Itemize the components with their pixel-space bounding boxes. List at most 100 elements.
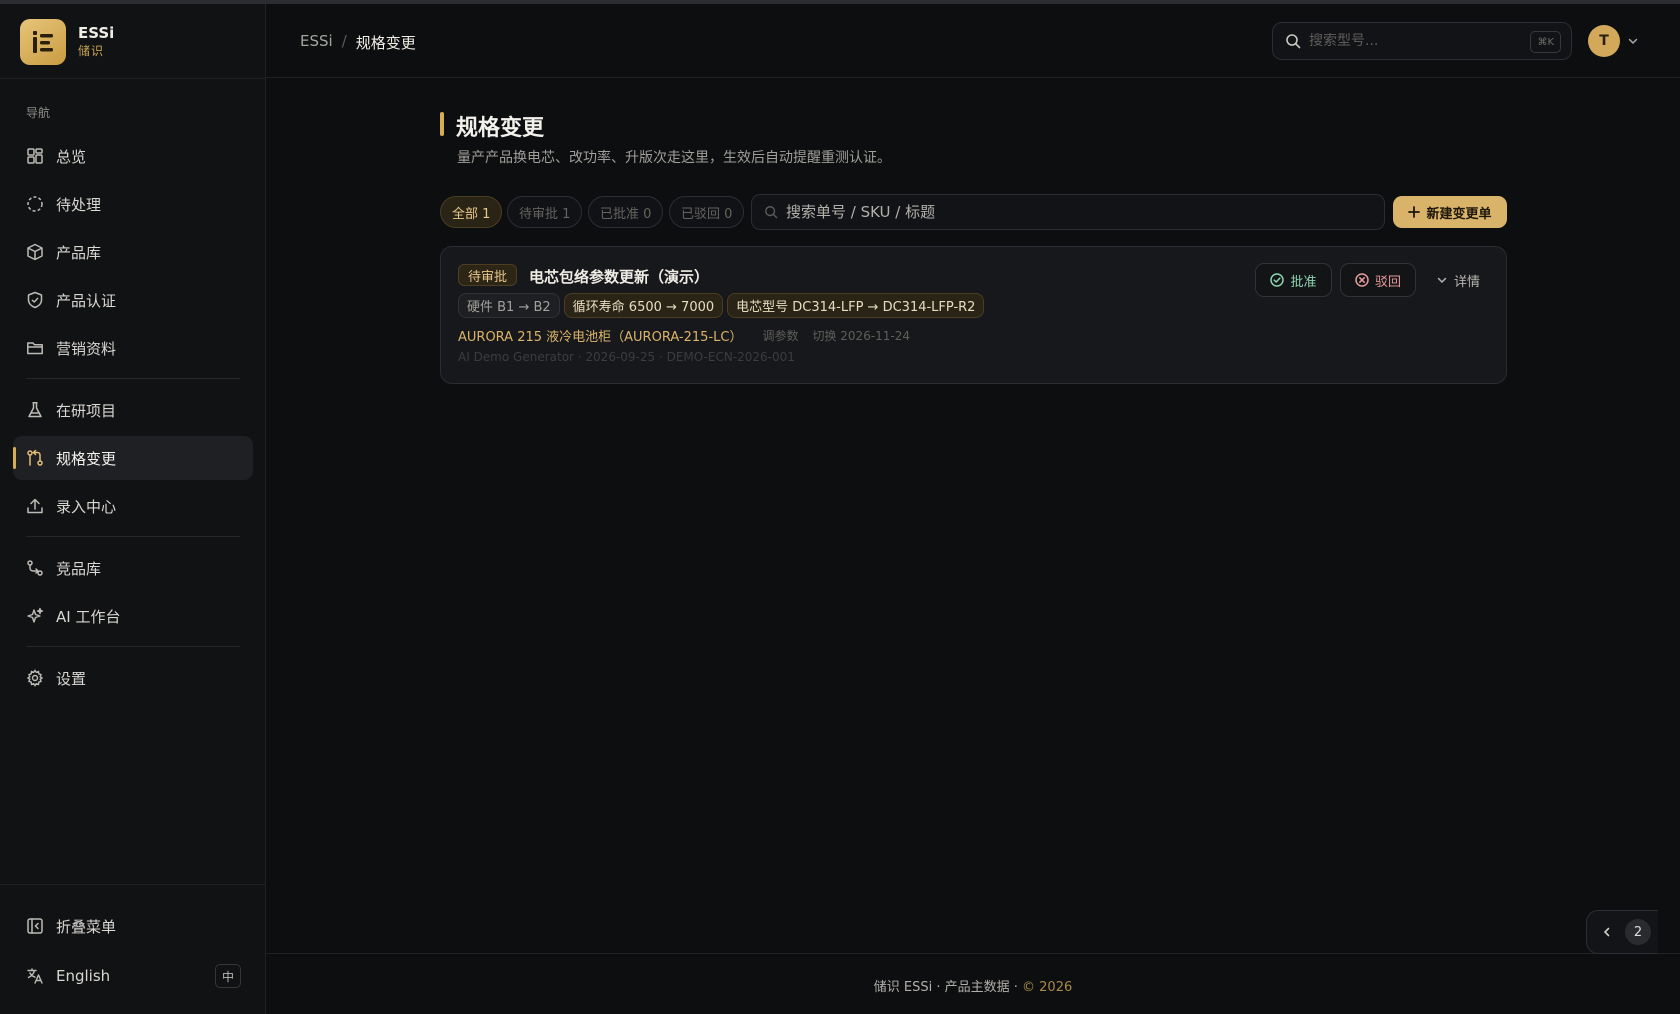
collapse-menu-label: 折叠菜单 bbox=[56, 917, 117, 936]
sidebar-item-settings[interactable]: 设置 bbox=[13, 656, 253, 700]
reject-label: 驳回 bbox=[1374, 274, 1401, 290]
collapse-menu-button[interactable]: 折叠菜单 bbox=[13, 904, 253, 948]
search-icon bbox=[765, 206, 778, 219]
page-widget[interactable]: 2 bbox=[1586, 910, 1658, 954]
reject-button[interactable]: 驳回 bbox=[1340, 263, 1416, 297]
breadcrumb-separator: / bbox=[341, 32, 347, 50]
search-shortcut: ⌘K bbox=[1530, 31, 1561, 53]
approve-button[interactable]: 批准 bbox=[1255, 263, 1332, 297]
translate-icon bbox=[27, 968, 43, 984]
divider bbox=[0, 884, 265, 885]
footer: 储识 ESSi · 产品主数据 · © 2026 bbox=[266, 976, 1680, 995]
nav-divider bbox=[26, 536, 240, 537]
footer-text: 储识 ESSi · 产品主数据 · bbox=[873, 980, 1023, 995]
sidebar-item-ai-workbench[interactable]: AI 工作台 bbox=[13, 594, 253, 638]
sidebar-item-overview[interactable]: 总览 bbox=[13, 134, 253, 178]
footer-divider bbox=[266, 953, 1680, 954]
nav-section-label: 导航 bbox=[26, 106, 51, 120]
logo-icon bbox=[20, 19, 66, 65]
sidebar-item-label: 营销资料 bbox=[56, 339, 117, 358]
sidebar-item-pending[interactable]: 待处理 bbox=[13, 182, 253, 226]
upload-icon bbox=[27, 498, 43, 514]
list-search-input[interactable] bbox=[786, 203, 1346, 221]
x-circle-icon bbox=[1355, 273, 1369, 287]
breadcrumb-current: 规格变更 bbox=[355, 34, 416, 52]
pending-icon bbox=[27, 196, 43, 212]
nav-divider bbox=[26, 646, 240, 647]
global-search[interactable]: ⌘K bbox=[1272, 22, 1572, 60]
nav-divider bbox=[26, 378, 240, 379]
git-compare-icon bbox=[27, 449, 43, 466]
page-number[interactable]: 2 bbox=[1625, 919, 1651, 945]
breadcrumb-root[interactable]: ESSi bbox=[300, 32, 333, 53]
change-tag-hardware: 硬件 B1 → B2 bbox=[458, 293, 560, 318]
product-line: AURORA 215 液冷电池柜（AURORA-215-LC） 调参数 切换 2… bbox=[458, 326, 910, 345]
approve-label: 批准 bbox=[1290, 274, 1317, 290]
page-description: 量产产品换电芯、改功率、升版次走这里，生效后自动提醒重测认证。 bbox=[457, 150, 891, 166]
sidebar-item-label: 规格变更 bbox=[56, 449, 117, 468]
global-search-input[interactable] bbox=[1309, 33, 1519, 49]
package-icon bbox=[27, 243, 43, 261]
sidebar-item-research[interactable]: 在研项目 bbox=[13, 388, 253, 432]
filter-chip-all[interactable]: 全部 1 bbox=[440, 196, 503, 228]
language-label: English bbox=[56, 967, 111, 985]
compare-icon bbox=[27, 560, 43, 576]
sidebar-item-label: AI 工作台 bbox=[56, 607, 121, 626]
sidebar-item-products[interactable]: 产品库 bbox=[13, 230, 253, 274]
switch-date: 切换 2026-11-24 bbox=[812, 329, 911, 343]
filter-row: 全部 1 待审批 1 已批准 0 已驳回 0 新建变更单 bbox=[440, 194, 1508, 230]
list-search[interactable] bbox=[751, 194, 1385, 230]
sidebar-item-label: 待处理 bbox=[56, 195, 102, 214]
search-icon bbox=[1286, 34, 1301, 49]
filter-chip-rejected[interactable]: 已驳回 0 bbox=[669, 196, 745, 228]
check-circle-icon bbox=[1270, 273, 1285, 287]
sidebar-item-marketing[interactable]: 营销资料 bbox=[13, 326, 253, 370]
sidebar-item-certification[interactable]: 产品认证 bbox=[13, 278, 253, 322]
product-name[interactable]: AURORA 215 液冷电池柜（AURORA-215-LC） bbox=[458, 326, 742, 345]
sidebar-item-spec-change[interactable]: 规格变更 bbox=[13, 436, 253, 480]
plus-icon bbox=[1408, 206, 1421, 218]
new-change-order-button[interactable]: 新建变更单 bbox=[1393, 196, 1507, 228]
sidebar: ESSi 储识 导航 总览 待处理 产品库 产品认证 营销资料 在研项目 规格变… bbox=[0, 4, 266, 1014]
sidebar-item-label: 竞品库 bbox=[56, 559, 102, 578]
change-tag-cell-model: 电芯型号 DC314-LFP → DC314-LFP-R2 bbox=[727, 293, 985, 318]
change-type: 调参数 bbox=[762, 329, 799, 343]
brand-subtitle: 储识 bbox=[78, 44, 105, 58]
change-order-card[interactable]: 待审批 电芯包络参数更新（演示） 硬件 B1 → B2 循环寿命 6500 → … bbox=[440, 246, 1507, 384]
filter-chip-pending[interactable]: 待审批 1 bbox=[507, 196, 583, 228]
dashboard-icon bbox=[27, 148, 43, 164]
language-switch[interactable]: English 中 bbox=[13, 954, 253, 998]
title-accent-bar bbox=[440, 112, 444, 136]
brand-name: ESSi bbox=[78, 24, 115, 42]
sidebar-item-label: 设置 bbox=[56, 669, 87, 688]
details-toggle[interactable]: 详情 bbox=[1423, 263, 1493, 297]
shield-icon bbox=[27, 291, 43, 309]
sidebar-item-competitors[interactable]: 竞品库 bbox=[13, 546, 253, 590]
sidebar-item-label: 录入中心 bbox=[56, 497, 117, 516]
sidebar-item-label: 在研项目 bbox=[56, 401, 117, 420]
sidebar-item-label: 总览 bbox=[56, 147, 87, 166]
sidebar-item-data-entry[interactable]: 录入中心 bbox=[13, 484, 253, 528]
chevron-left-icon[interactable] bbox=[1601, 926, 1613, 938]
flask-icon bbox=[28, 402, 42, 418]
chevron-down-icon bbox=[1437, 277, 1447, 284]
avatar[interactable]: T bbox=[1588, 25, 1620, 57]
sidebar-item-label: 产品库 bbox=[56, 243, 102, 262]
divider bbox=[0, 78, 265, 79]
details-label: 详情 bbox=[1453, 274, 1480, 290]
folder-icon bbox=[27, 342, 43, 355]
footer-copyright: © 2026 bbox=[1022, 980, 1073, 995]
change-tags: 硬件 B1 → B2 循环寿命 6500 → 7000 电芯型号 DC314-L… bbox=[458, 293, 985, 318]
brand[interactable]: ESSi 储识 bbox=[20, 19, 114, 65]
sidebar-collapse-icon bbox=[27, 918, 43, 934]
chevron-down-icon[interactable] bbox=[1627, 35, 1639, 47]
language-badge[interactable]: 中 bbox=[215, 964, 241, 988]
filter-chip-approved[interactable]: 已批准 0 bbox=[588, 196, 664, 228]
top-header: ESSi / 规格变更 ⌘K T bbox=[266, 4, 1680, 78]
change-tag-cycle-life: 循环寿命 6500 → 7000 bbox=[563, 293, 724, 318]
new-change-order-label: 新建变更单 bbox=[1426, 206, 1492, 222]
change-order-title: 电芯包络参数更新（演示） bbox=[529, 268, 710, 286]
status-badge: 待审批 bbox=[458, 264, 518, 286]
sidebar-item-label: 产品认证 bbox=[56, 291, 117, 310]
breadcrumb: ESSi / 规格变更 bbox=[300, 32, 416, 53]
